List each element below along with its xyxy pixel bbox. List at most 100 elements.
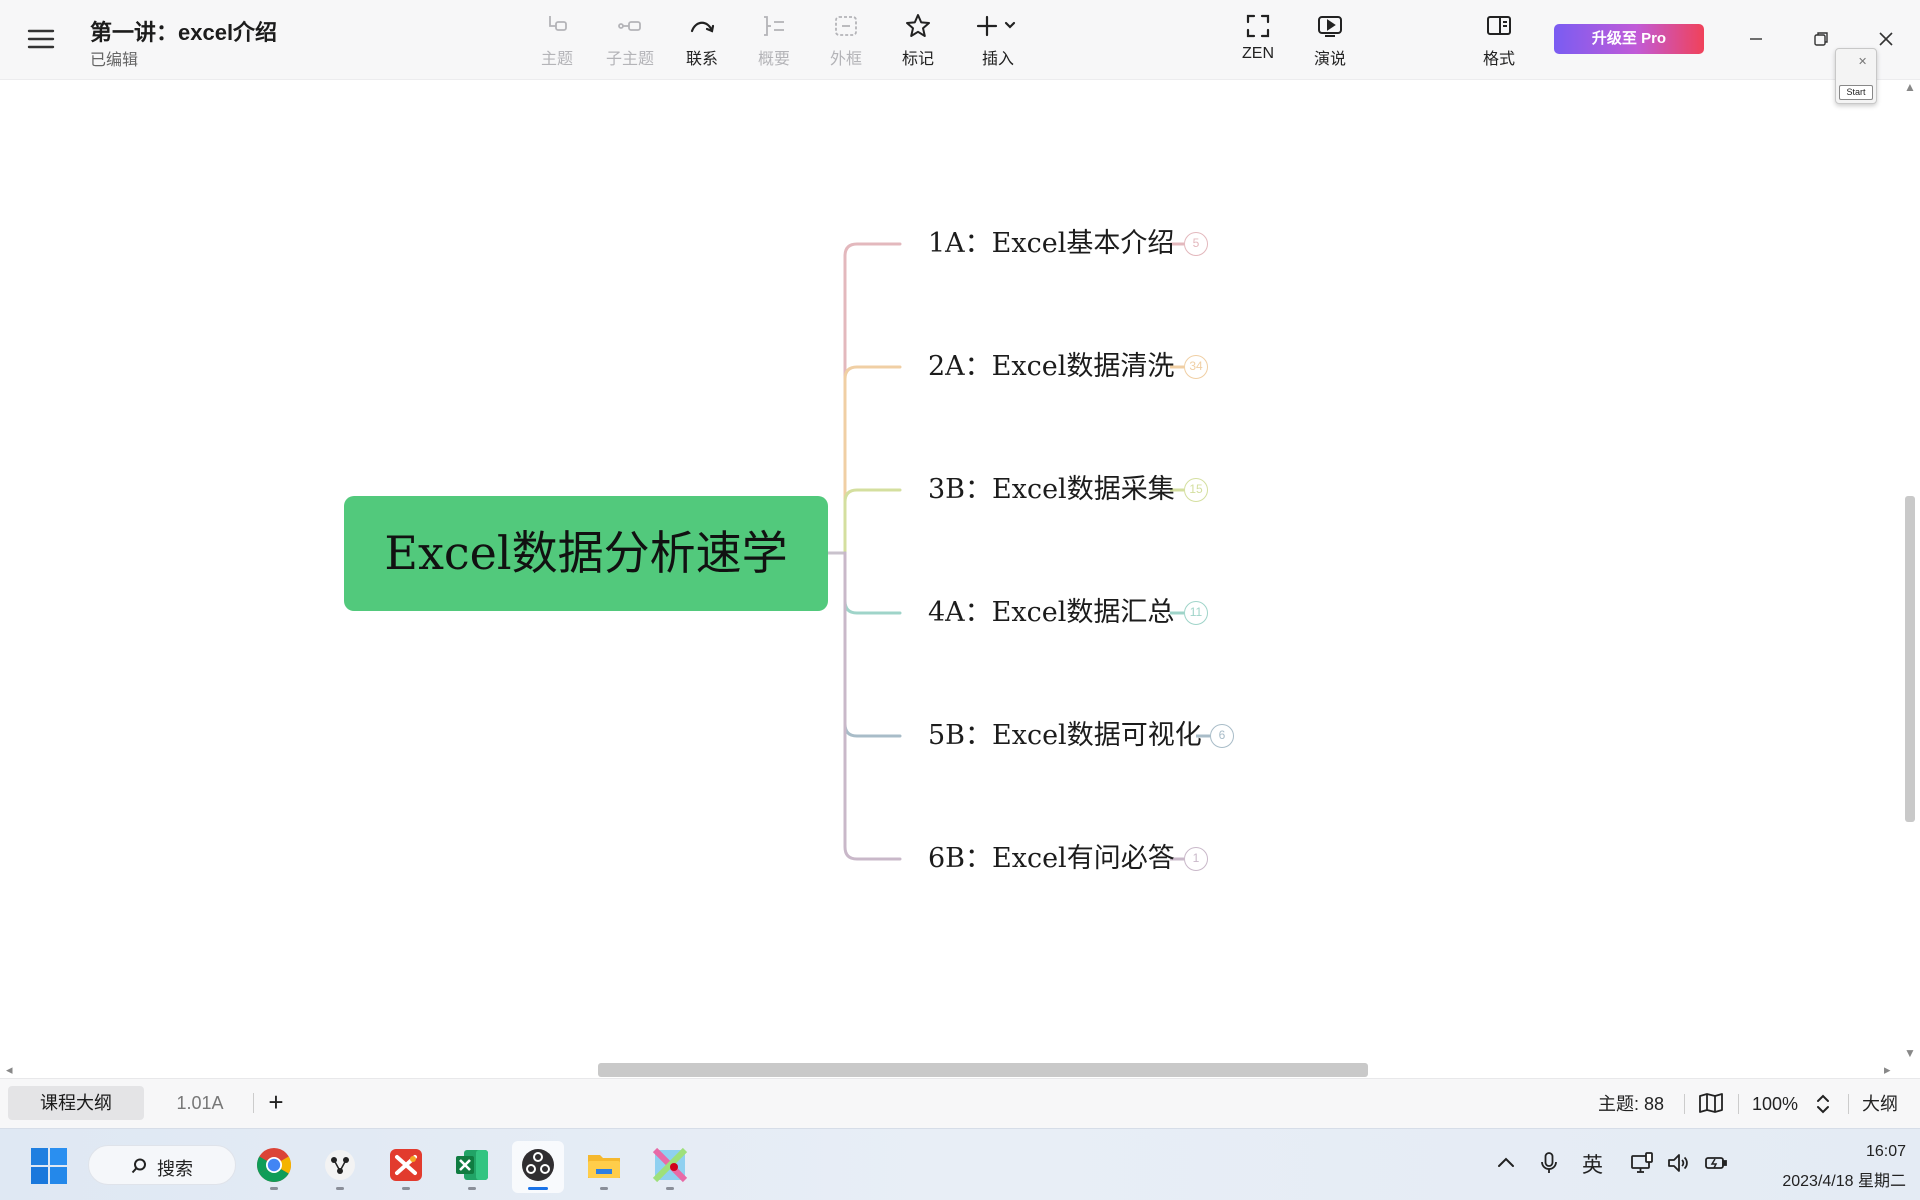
status-bar: 课程大纲 1.01A + 主题: 88 100% 大纲: [0, 1078, 1920, 1128]
marker-button[interactable]: 标记: [886, 12, 950, 70]
subtopic-button[interactable]: 子主题: [598, 12, 662, 70]
close-icon[interactable]: ✕: [1858, 55, 1867, 68]
branch-connector: [843, 365, 902, 555]
app-indicator: [468, 1187, 476, 1190]
divider: [1848, 1094, 1849, 1114]
branch-connector: [843, 242, 902, 555]
topic-count: 主题: 88: [1598, 1094, 1665, 1114]
scroll-up-icon[interactable]: ▲: [1904, 80, 1916, 94]
chrome-icon: [257, 1148, 291, 1182]
plus-icon: [974, 12, 1022, 40]
vertical-scrollbar[interactable]: ▲ ▼: [1900, 80, 1920, 1062]
show-hidden-icons-icon[interactable]: [1494, 1151, 1518, 1179]
volume-icon[interactable]: [1666, 1151, 1690, 1179]
collapsed-count-badge[interactable]: 34: [1184, 355, 1208, 379]
divider: [253, 1093, 254, 1113]
obs-app[interactable]: [512, 1141, 564, 1193]
zoom-stepper-icon[interactable]: [1814, 1091, 1832, 1117]
branch-topic[interactable]: 5B：Excel数据可视化: [928, 716, 1202, 756]
horizontal-scroll-thumb[interactable]: [598, 1063, 1368, 1077]
collapsed-count-badge[interactable]: 1: [1184, 847, 1208, 871]
branch-topic[interactable]: 3B：Excel数据采集: [928, 470, 1175, 510]
branch-connector: [843, 551, 902, 861]
windows-taskbar: 搜索 英 16:07 2023/4/18 星期二: [0, 1128, 1920, 1200]
branch-topic[interactable]: 1A：Excel基本介绍: [928, 224, 1174, 264]
app-indicator: [666, 1187, 674, 1190]
horizontal-scrollbar[interactable]: ◂ ▸: [0, 1062, 1900, 1078]
summary-icon: [760, 12, 788, 40]
add-sheet-icon[interactable]: +: [262, 1089, 290, 1117]
insert-label: 插入: [981, 51, 1014, 68]
vertical-scroll-thumb[interactable]: [1905, 496, 1915, 822]
chrome-app[interactable]: [248, 1141, 300, 1193]
search-icon: [131, 1158, 146, 1174]
network-icon[interactable]: [1630, 1151, 1654, 1179]
document-status: 已编辑: [90, 52, 139, 69]
search-label: 搜索: [157, 1159, 193, 1179]
clock-date[interactable]: 2023/4/18 星期二: [1738, 1167, 1906, 1191]
xmind-icon: [390, 1149, 422, 1181]
paint-icon: [652, 1147, 688, 1183]
scroll-down-icon[interactable]: ▼: [1904, 1046, 1916, 1060]
divider: [1738, 1094, 1739, 1114]
file-explorer-app[interactable]: [578, 1141, 630, 1193]
branch-topic[interactable]: 4A：Excel数据汇总: [928, 593, 1174, 633]
paint-app[interactable]: [644, 1141, 696, 1193]
subtopic-icon: [616, 12, 644, 40]
microphone-icon[interactable]: [1537, 1151, 1561, 1179]
book-icon[interactable]: [1698, 1091, 1724, 1115]
app-indicator: [270, 1187, 278, 1190]
insert-button[interactable]: 插入: [964, 12, 1032, 70]
excel-icon: [456, 1150, 488, 1180]
zen-mode-button[interactable]: ZEN: [1226, 12, 1290, 70]
collapsed-count-badge[interactable]: 5: [1184, 232, 1208, 256]
branch-topic[interactable]: 6B：Excel有问必答: [928, 839, 1175, 879]
minimize-icon[interactable]: [1738, 24, 1774, 54]
excel-app[interactable]: [446, 1141, 498, 1193]
zoom-level[interactable]: 100%: [1752, 1089, 1798, 1119]
format-label: 格式: [1482, 51, 1515, 68]
hamburger-menu-icon[interactable]: [26, 26, 56, 52]
team-app[interactable]: [314, 1141, 366, 1193]
format-button[interactable]: 格式: [1467, 12, 1531, 70]
summary-button[interactable]: 概要: [742, 12, 806, 70]
relationship-icon: [688, 12, 716, 40]
present-button[interactable]: 演说: [1298, 12, 1362, 70]
collapsed-count-badge[interactable]: 6: [1210, 724, 1234, 748]
branch-topic[interactable]: 2A：Excel数据清洗: [928, 347, 1174, 387]
windows-start-icon[interactable]: [30, 1147, 68, 1185]
subtopic-label: 子主题: [605, 51, 654, 68]
clock-time[interactable]: 16:07: [1826, 1143, 1906, 1161]
collapsed-count-badge[interactable]: 15: [1184, 478, 1208, 502]
scroll-right-icon[interactable]: ▸: [1884, 1062, 1891, 1078]
app-indicator: [528, 1187, 548, 1190]
team-app-icon: [325, 1150, 355, 1180]
branch-connector: [843, 551, 902, 615]
play-icon: [1316, 12, 1344, 40]
sheet-tab-course-outline[interactable]: 课程大纲: [8, 1086, 144, 1120]
central-topic[interactable]: Excel数据分析速学: [344, 496, 828, 611]
boundary-icon: [832, 12, 860, 40]
battery-icon[interactable]: [1704, 1151, 1728, 1179]
outline-button[interactable]: 大纲: [1862, 1089, 1898, 1119]
document-title[interactable]: 第一讲：excel介绍: [90, 15, 277, 47]
collapsed-count-badge[interactable]: 11: [1184, 601, 1208, 625]
upgrade-pro-button[interactable]: 升级至 Pro: [1554, 24, 1704, 54]
sheet-tab-101a[interactable]: 1.01A: [160, 1086, 240, 1120]
obs-icon: [522, 1149, 554, 1181]
format-panel-icon: [1485, 12, 1513, 40]
marker-label: 标记: [901, 51, 934, 68]
scroll-left-icon[interactable]: ◂: [6, 1062, 13, 1078]
input-method-indicator[interactable]: 英: [1582, 1149, 1603, 1177]
topic-button[interactable]: 主题: [525, 12, 589, 70]
app-indicator: [600, 1187, 608, 1190]
mindmap-canvas[interactable]: Excel数据分析速学 1A：Excel基本介绍 5 2A：Excel数据清洗 34 3…: [0, 80, 1900, 1062]
restore-icon[interactable]: [1802, 24, 1838, 54]
taskbar-search[interactable]: 搜索: [88, 1145, 236, 1185]
branch-connector: [843, 551, 902, 738]
boundary-button[interactable]: 外框: [814, 12, 878, 70]
branch-connector: [843, 488, 902, 555]
app-indicator: [336, 1187, 344, 1190]
relationship-button[interactable]: 联系: [670, 12, 734, 70]
xmind-app[interactable]: [380, 1141, 432, 1193]
